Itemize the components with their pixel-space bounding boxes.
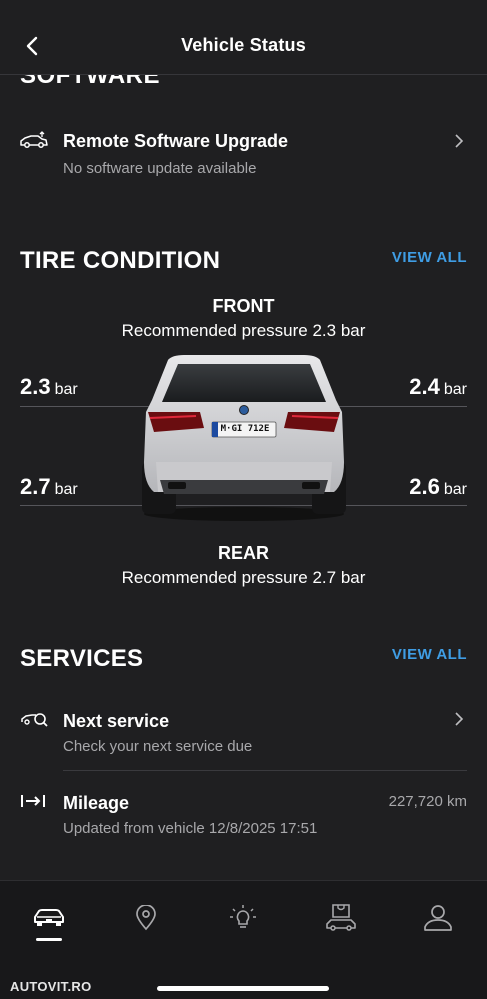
header-bar: Vehicle Status [0,0,487,75]
mileage-title: Mileage [63,793,130,813]
nav-profile-tab[interactable] [413,901,463,935]
watermark-logo: AUTOVIT.RO [10,979,92,994]
rear-right-pressure: 2.6 bar [409,474,467,500]
rear-left-pressure: 2.7 bar [20,474,78,500]
chevron-right-icon [455,134,464,148]
mileage-arrow-icon [21,795,45,807]
car-rear-view-image [142,355,346,521]
front-right-pressure: 2.4 bar [409,374,467,400]
front-recommended-pressure: Recommended pressure 2.3 bar [121,321,366,340]
rear-label: REAR [217,543,269,563]
front-left-pressure: 2.3 bar [20,374,78,400]
mileage-updated-text: Updated from vehicle 12/8/2025 17:51 [63,820,318,837]
car-icon [34,909,64,926]
remote-software-upgrade-title: Remote Software Upgrade [63,131,289,151]
profile-icon [424,905,452,931]
active-tab-indicator [36,938,62,941]
bottom-navigation: AUTOVIT.RO [0,880,487,999]
remote-software-upgrade-row[interactable]: Remote Software Upgrade No software upda… [0,120,487,190]
car-software-icon [20,131,48,148]
page-title: Vehicle Status [181,35,306,55]
service-car-icon [21,713,48,727]
rear-recommended-pressure: Recommended pressure 2.7 bar [121,568,366,587]
nav-shop-tab[interactable] [316,901,366,935]
home-indicator[interactable] [157,986,329,991]
license-plate: M·GI 712E [220,424,270,434]
next-service-title: Next service [63,711,170,731]
front-left-pressure-unit: bar [54,381,78,398]
tire-condition-heading: TIRE CONDITION [20,247,221,274]
front-right-pressure-unit: bar [443,381,467,398]
row-divider [63,770,467,771]
services-heading: SERVICES [20,645,144,672]
remote-software-upgrade-status: No software update available [63,160,257,177]
tire-view-all-link[interactable]: VIEW ALL [392,249,467,266]
lightbulb-icon [230,905,256,928]
rear-left-pressure-unit: bar [54,481,78,498]
rear-right-pressure-value: 2.6 [409,474,440,499]
nav-map-tab[interactable] [121,901,171,935]
front-left-pressure-value: 2.3 [20,374,51,399]
rear-left-pressure-value: 2.7 [20,474,51,499]
next-service-row[interactable]: Next service Check your next service due [0,700,487,768]
next-service-subtitle: Check your next service due [63,738,253,755]
services-view-all-link[interactable]: VIEW ALL [392,646,467,663]
front-label: FRONT [212,296,275,316]
location-pin-icon [136,905,156,931]
rear-right-pressure-unit: bar [443,481,467,498]
nav-vehicle-tab[interactable] [24,901,74,935]
front-right-pressure-value: 2.4 [409,374,440,399]
nav-discover-tab[interactable] [218,901,268,935]
mileage-value: 227,720 km [388,793,467,810]
chevron-right-icon [455,712,464,726]
mileage-row: Mileage 227,720 km Updated from vehicle … [0,782,487,850]
shop-car-icon [326,904,356,931]
